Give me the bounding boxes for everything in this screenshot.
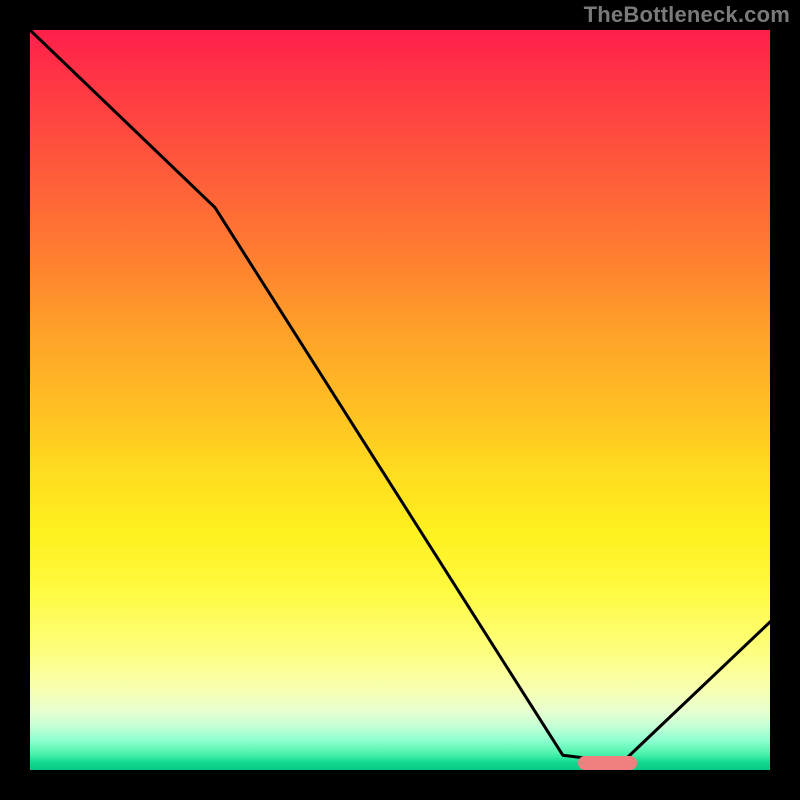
optimal-range-marker (578, 756, 637, 770)
curve-layer (30, 30, 770, 770)
watermark-text: TheBottleneck.com (584, 2, 790, 28)
chart-frame: TheBottleneck.com (0, 0, 800, 800)
plot-area (30, 30, 770, 770)
bottleneck-curve (30, 30, 770, 763)
